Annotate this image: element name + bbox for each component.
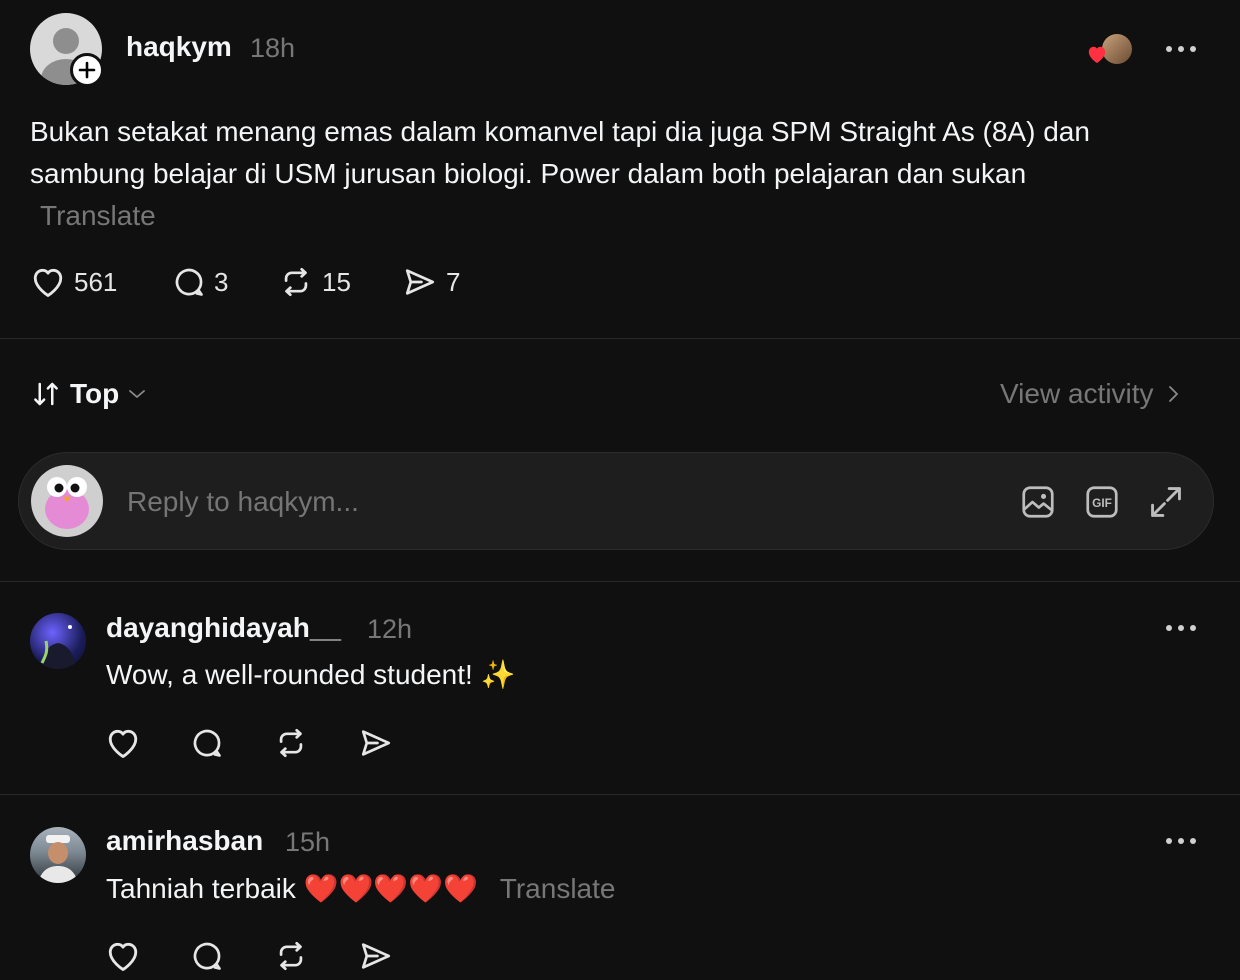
comment-item: amirhasban 15h Tahniah terbaik ❤️❤️❤️❤️❤…: [0, 795, 1240, 980]
comment-reply-button[interactable]: [190, 939, 224, 973]
comment-icon: [172, 265, 206, 299]
repost-icon: [278, 265, 314, 299]
send-icon: [361, 943, 391, 969]
view-activity-link[interactable]: View activity: [1000, 378, 1180, 410]
comment-text: Wow, a well-rounded student! ✨: [106, 659, 516, 690]
view-activity-label: View activity: [1000, 378, 1154, 409]
post-timestamp: 18h: [250, 33, 296, 63]
share-count: 7: [446, 266, 461, 297]
liked-by-avatars[interactable]: [1086, 34, 1132, 66]
reply-input[interactable]: [125, 481, 889, 523]
post-translate-link[interactable]: Translate: [40, 200, 156, 231]
comment-like-button[interactable]: [105, 939, 141, 973]
heart-icon: [108, 942, 138, 971]
chevron-right-icon: [1166, 383, 1180, 405]
reply-button[interactable]: 3: [172, 265, 228, 299]
commenter-username[interactable]: dayanghidayah__: [106, 612, 341, 644]
sort-dropdown[interactable]: Top: [30, 378, 147, 410]
commenter-avatar[interactable]: [30, 827, 86, 883]
gif-icon[interactable]: GIF: [1083, 483, 1121, 521]
expand-icon[interactable]: [1147, 483, 1185, 521]
comment-item: dayanghidayah__ 12h Wow, a well-rounded …: [0, 582, 1240, 794]
repost-button[interactable]: 15: [278, 265, 351, 299]
heart-icon: [108, 729, 138, 758]
avatar-art-icon: [40, 625, 76, 669]
heart-filled-icon: [1088, 46, 1106, 64]
post-body-text: Bukan setakat menang emas dalam komanvel…: [30, 116, 1090, 189]
plus-icon: [78, 61, 96, 79]
reply-count: 3: [214, 266, 229, 297]
comment-more-options-button[interactable]: [1166, 625, 1196, 631]
reply-composer[interactable]: GIF: [18, 452, 1214, 550]
current-user-avatar: [31, 465, 103, 537]
sort-arrows-icon: [30, 379, 62, 409]
like-button[interactable]: 561: [30, 265, 117, 299]
post-body: Bukan setakat menang emas dalam komanvel…: [30, 111, 1150, 237]
comment-more-options-button[interactable]: [1166, 838, 1196, 844]
attach-image-icon[interactable]: [1019, 483, 1057, 521]
post-author-username[interactable]: haqkym: [126, 31, 232, 63]
avatar-art-icon: [38, 835, 78, 883]
comment-timestamp: 12h: [367, 614, 413, 644]
comment-icon: [193, 942, 221, 970]
comment-text: Tahniah terbaik ❤️❤️❤️❤️❤️: [106, 873, 478, 904]
owl-avatar-icon: [45, 477, 89, 529]
commenter-avatar[interactable]: [30, 613, 86, 669]
follow-plus-button[interactable]: [70, 53, 104, 87]
sort-label: Top: [70, 378, 120, 409]
post-more-options-button[interactable]: [1166, 46, 1196, 52]
divider: [0, 338, 1240, 339]
comment-share-button[interactable]: [358, 939, 394, 973]
comment-like-button[interactable]: [105, 726, 141, 760]
comment-repost-button[interactable]: [273, 939, 309, 973]
share-button[interactable]: 7: [402, 265, 460, 299]
comment-translate-link[interactable]: Translate: [500, 873, 616, 904]
repost-count: 15: [322, 266, 351, 297]
repost-icon: [279, 728, 303, 758]
comment-reply-button[interactable]: [190, 726, 224, 760]
commenter-username[interactable]: amirhasban: [106, 825, 263, 857]
heart-icon: [30, 265, 66, 299]
comment-timestamp: 15h: [285, 827, 331, 857]
comment-repost-button[interactable]: [273, 726, 309, 760]
send-icon: [402, 265, 438, 299]
comment-share-button[interactable]: [358, 726, 394, 760]
comment-icon: [193, 729, 221, 757]
like-count: 561: [74, 266, 118, 297]
send-icon: [361, 730, 391, 756]
chevron-down-icon: [127, 387, 147, 401]
comment-body: Tahniah terbaik ❤️❤️❤️❤️❤️ Translate: [106, 872, 615, 905]
repost-icon: [279, 941, 303, 971]
svg-text:GIF: GIF: [1092, 496, 1112, 510]
